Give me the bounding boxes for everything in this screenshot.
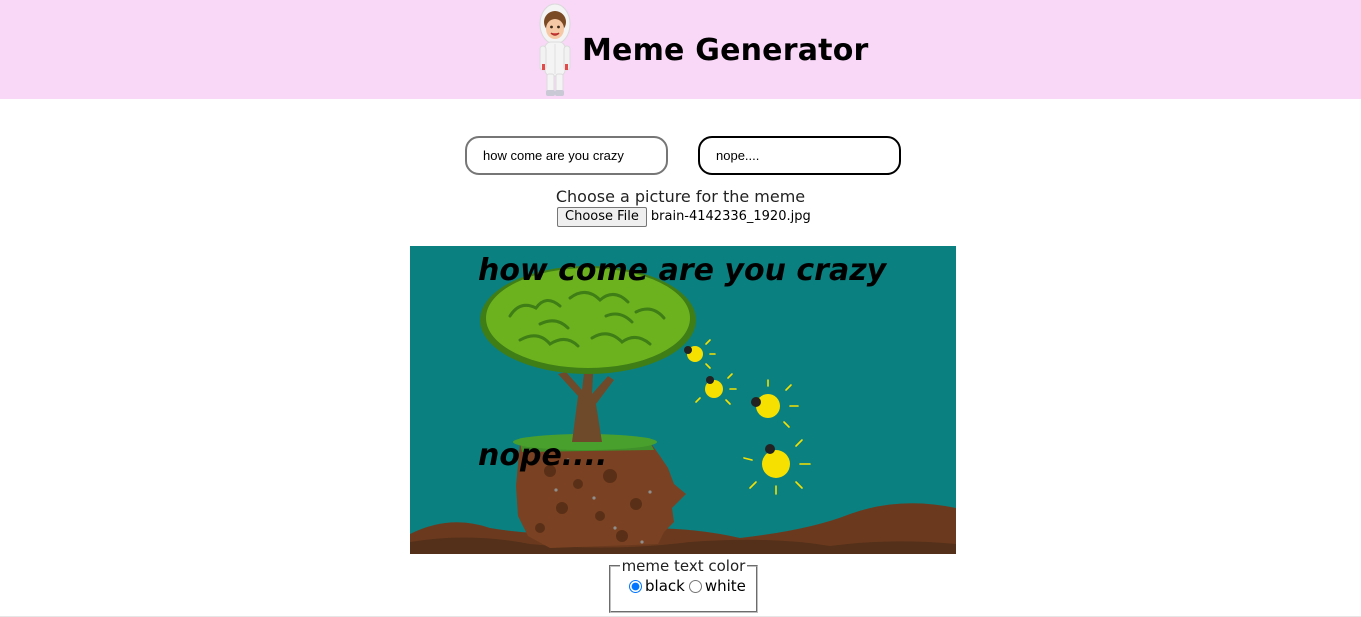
meme-bottom-text: nope.... <box>478 438 608 473</box>
meme-preview: how come are you crazy nope.... <box>410 246 956 554</box>
header: Meme Generator <box>0 0 1361 99</box>
text-color-fieldset: meme text color black white <box>609 557 758 613</box>
white-radio[interactable] <box>688 579 702 593</box>
page-title: Meme Generator <box>582 33 869 68</box>
file-picker-label: Choose a picture for the meme <box>555 187 806 206</box>
text-color-options: black white <box>627 577 748 595</box>
meme-image <box>410 246 956 554</box>
file-picker: Choose File brain-4142336_1920.jpg <box>557 206 811 227</box>
text-color-legend: meme text color <box>621 557 746 575</box>
choose-file-button[interactable]: Choose File <box>557 206 647 227</box>
top-text-input[interactable] <box>465 136 668 175</box>
black-radio[interactable] <box>629 579 642 593</box>
cartoon-boy-icon <box>535 2 575 98</box>
black-radio-label[interactable]: black <box>645 577 685 595</box>
meme-top-text: how come are you crazy <box>478 253 887 288</box>
selected-file-name: brain-4142336_1920.jpg <box>650 209 811 224</box>
white-radio-label[interactable]: white <box>705 577 746 595</box>
bottom-text-input[interactable] <box>698 136 901 175</box>
